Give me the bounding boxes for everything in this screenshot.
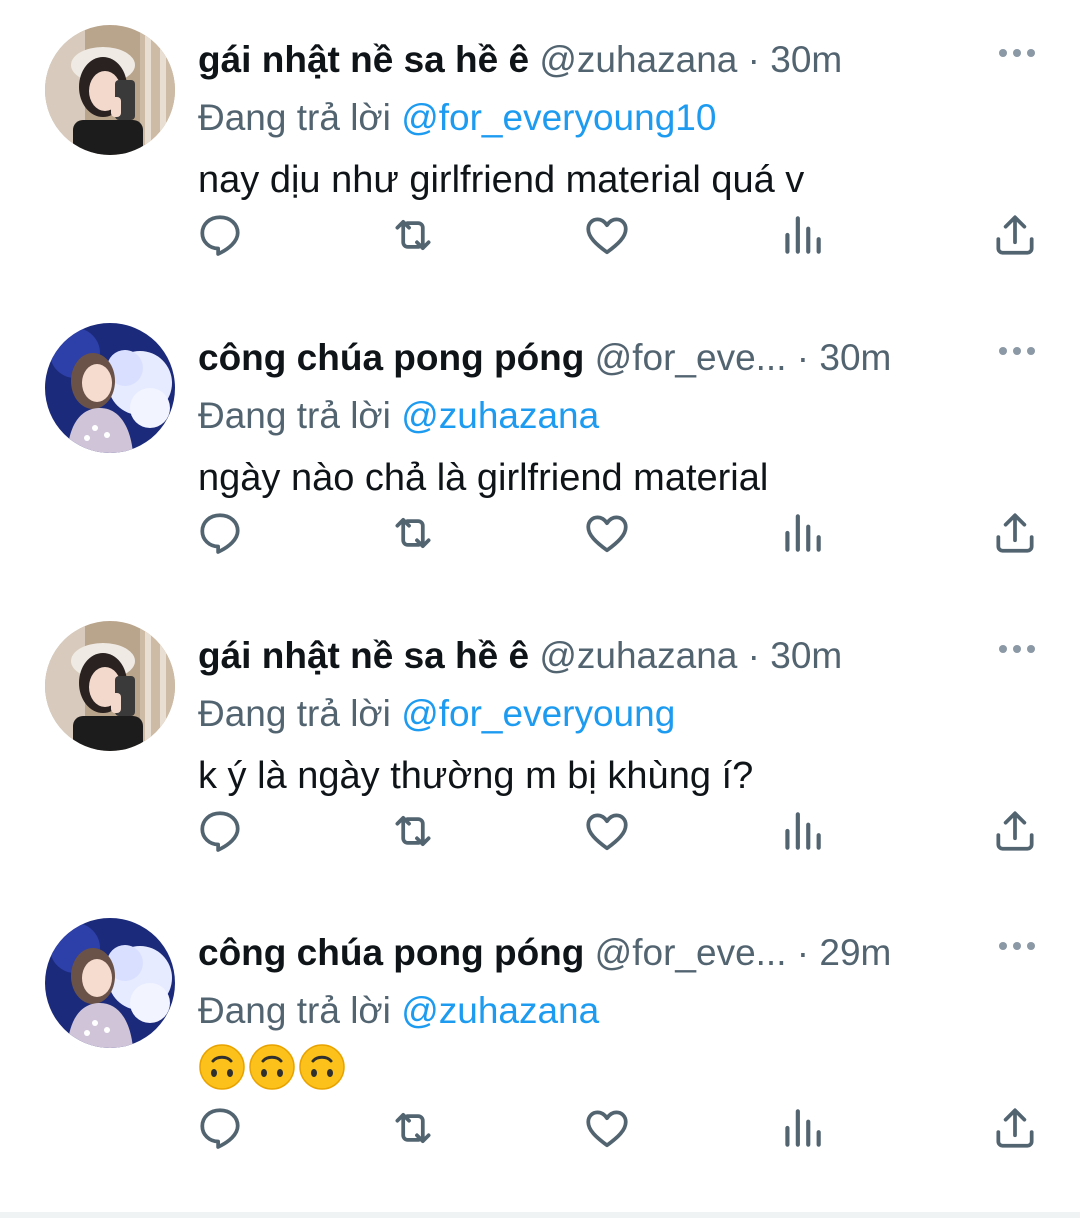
tweet-text: k ý là ngày thường m bị khùng í? [198,755,754,797]
upside-down-face-emoji [298,1043,346,1091]
separator-dot: · [737,635,771,676]
display-name[interactable]: công chúa pong póng [198,337,584,378]
upside-down-face-emoji [198,1043,246,1091]
more-icon[interactable] [996,634,1038,664]
replying-to: Đang trả lời @zuhazana [198,390,599,442]
reply-icon[interactable] [195,210,245,260]
replying-prefix: Đang trả lời [198,395,391,436]
display-name[interactable]: gái nhật nề sa hề ê [198,39,529,80]
separator-dot: · [786,337,820,378]
replying-prefix: Đang trả lời [198,990,391,1031]
tweet-actions [0,210,1080,270]
more-icon[interactable] [996,38,1038,68]
timestamp[interactable]: 30m [819,337,891,378]
retweet-icon[interactable] [388,1103,438,1153]
replying-to: Đang trả lời @for_everyoung [198,688,675,740]
tweet-text: nay dịu như girlfriend material quá v [198,159,805,201]
retweet-icon[interactable] [388,806,438,856]
retweet-icon[interactable] [388,508,438,558]
reply-icon[interactable] [195,1103,245,1153]
tweet[interactable]: công chúa pong póng @for_eve... · 29m Đan… [0,893,1080,1190]
bottom-divider [0,1212,1080,1218]
display-name[interactable]: gái nhật nề sa hề ê [198,635,529,676]
mention-link[interactable]: @for_everyoung [401,693,675,734]
share-icon[interactable] [990,210,1040,260]
handle[interactable]: @for_eve... [595,337,787,378]
tweet[interactable]: công chúa pong póng @for_eve... · 30m Đan… [0,298,1080,595]
replying-prefix: Đang trả lời [198,97,391,138]
avatar[interactable] [45,25,175,155]
avatar[interactable] [45,621,175,751]
like-icon[interactable] [582,1103,632,1153]
tweet-header: gái nhật nề sa hề ê @zuhazana · 30m [198,34,970,86]
mention-link[interactable]: @for_everyoung10 [401,97,716,138]
more-icon[interactable] [996,336,1038,366]
views-icon[interactable] [777,508,827,558]
separator-dot: · [737,39,771,80]
like-icon[interactable] [582,210,632,260]
tweet[interactable]: gái nhật nề sa hề ê @zuhazana · 30m Đang … [0,0,1080,297]
replying-to: Đang trả lời @zuhazana [198,985,599,1037]
tweet-actions [0,508,1080,568]
tweet-actions [0,806,1080,866]
upside-down-face-emoji [248,1043,296,1091]
like-icon[interactable] [582,508,632,558]
views-icon[interactable] [777,806,827,856]
avatar[interactable] [45,918,175,1048]
reply-icon[interactable] [195,806,245,856]
handle[interactable]: @zuhazana [539,635,737,676]
tweet-header: gái nhật nề sa hề ê @zuhazana · 30m [198,630,970,682]
tweet-text [198,1043,346,1091]
tweet-header: công chúa pong póng @for_eve... · 30m [198,332,970,384]
timestamp[interactable]: 30m [770,39,842,80]
like-icon[interactable] [582,806,632,856]
tweet-actions [0,1103,1080,1163]
replying-prefix: Đang trả lời [198,693,391,734]
handle[interactable]: @zuhazana [539,39,737,80]
mention-link[interactable]: @zuhazana [401,990,599,1031]
replying-to: Đang trả lời @for_everyoung10 [198,92,716,144]
mention-link[interactable]: @zuhazana [401,395,599,436]
display-name[interactable]: công chúa pong póng [198,932,584,973]
separator-dot: · [786,932,820,973]
tweet[interactable]: gái nhật nề sa hề ê @zuhazana · 30m Đang … [0,596,1080,893]
tweet-header: công chúa pong póng @for_eve... · 29m [198,927,970,979]
avatar[interactable] [45,323,175,453]
share-icon[interactable] [990,508,1040,558]
tweet-text: ngày nào chả là girlfriend material [198,457,769,499]
retweet-icon[interactable] [388,210,438,260]
more-icon[interactable] [996,931,1038,961]
views-icon[interactable] [777,1103,827,1153]
reply-icon[interactable] [195,508,245,558]
timestamp[interactable]: 29m [819,932,891,973]
timestamp[interactable]: 30m [770,635,842,676]
handle[interactable]: @for_eve... [595,932,787,973]
share-icon[interactable] [990,1103,1040,1153]
share-icon[interactable] [990,806,1040,856]
views-icon[interactable] [777,210,827,260]
